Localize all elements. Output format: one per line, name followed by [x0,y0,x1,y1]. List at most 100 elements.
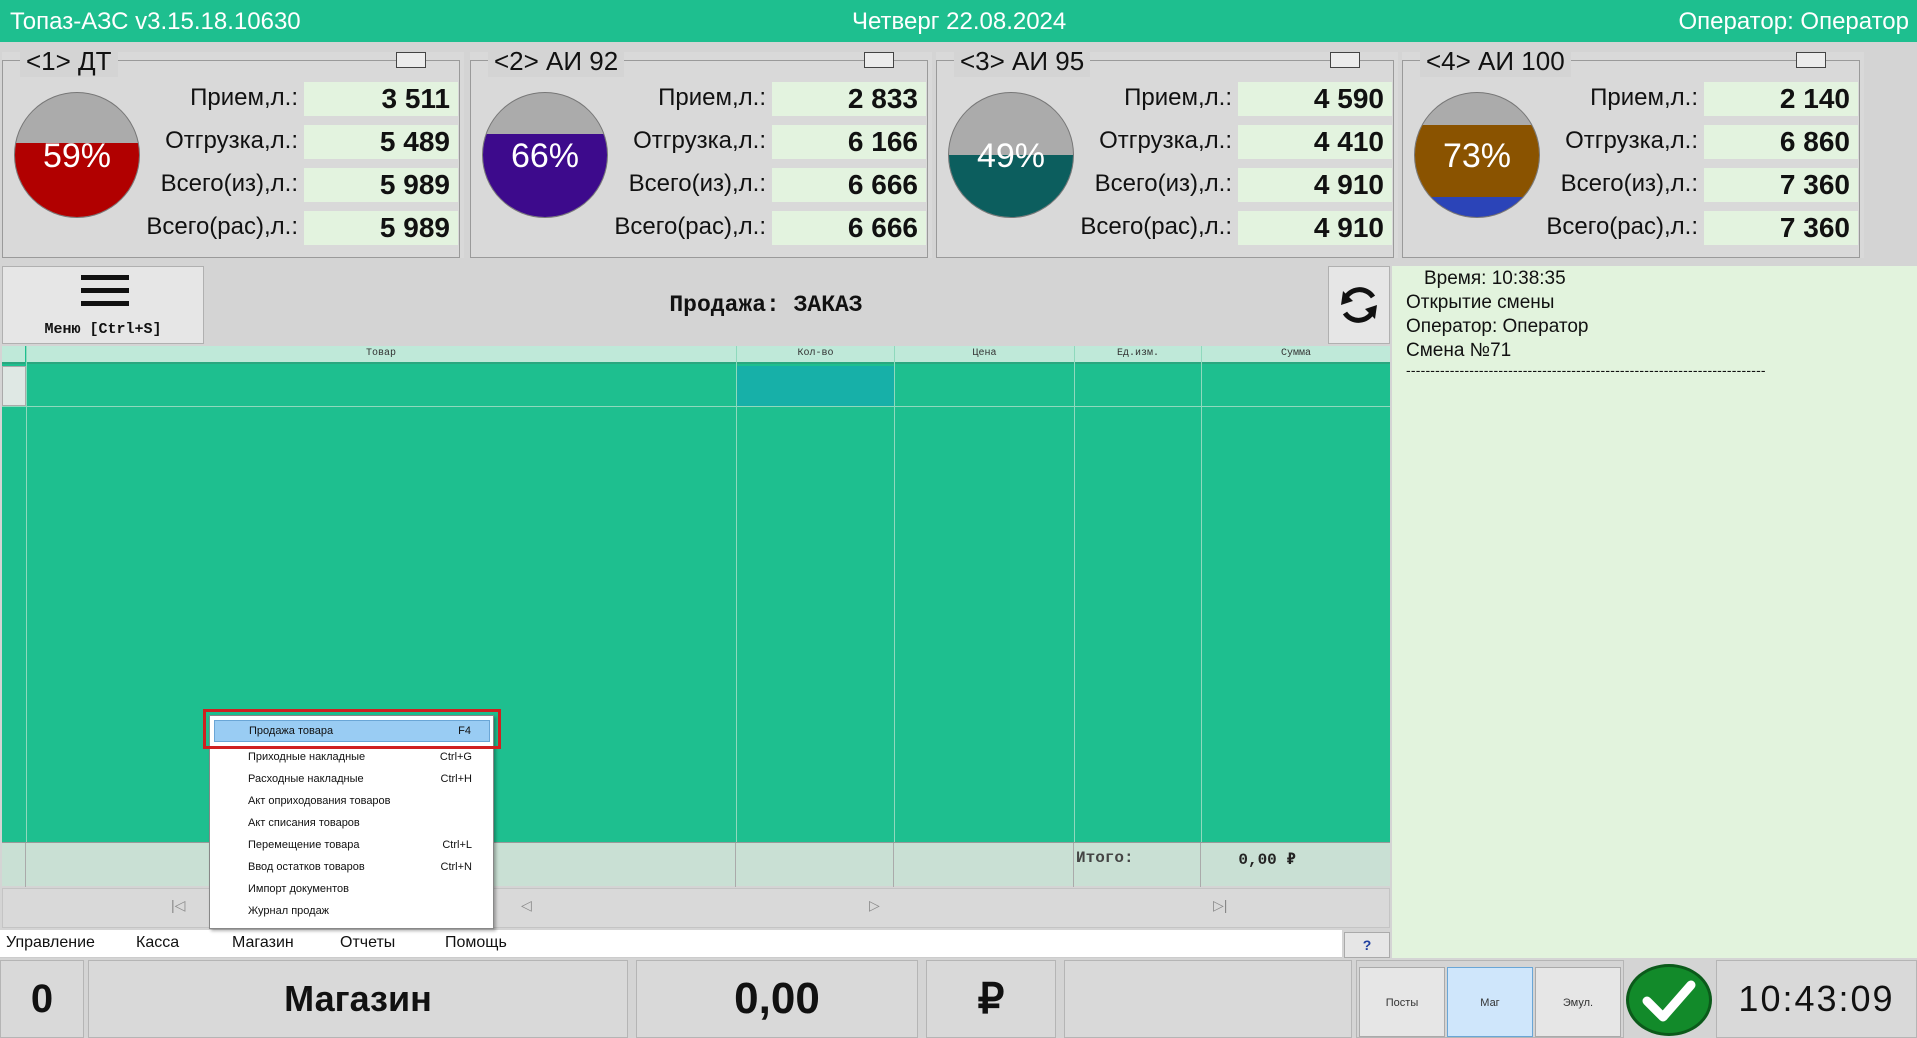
total-value: 0,00 ₽ [1238,851,1296,869]
menu-item-shortcut: Ctrl+N [440,861,472,873]
active-cell[interactable] [736,366,894,406]
tank-level-percent: 49% [976,137,1046,175]
menu-help[interactable]: Помощь [445,934,507,952]
tank-row-label: Всего(из),л.: [1094,170,1232,197]
mode-shop-button[interactable]: Маг [1447,967,1533,1037]
menu-item-receipt-act[interactable]: Акт оприходования товаров [214,791,490,813]
tank-row-value: 4 910 [1238,211,1392,245]
tank-row-total-from: Всего(из),л.: 7 360 [1558,168,1858,202]
total-label: Итого: [1076,849,1134,867]
tank-row-value: 2 833 [772,82,926,116]
menu-item-label: Акт списания товаров [248,817,360,829]
tank-row-total-calc: Всего(рас),л.: 4 910 [1080,211,1392,245]
tank-row-value: 7 360 [1704,211,1858,245]
tank-row-value: 6 860 [1704,125,1858,159]
highlight-box [203,709,501,749]
tank-row-label: Отгрузка,л.: [165,127,298,154]
grid-line [1074,346,1075,886]
refresh-button[interactable] [1328,266,1390,344]
menu-item-import[interactable]: Импорт документов [214,879,490,901]
tank-status-indicator[interactable] [1330,52,1360,68]
confirm-button[interactable] [1626,964,1712,1036]
tank-row-label: Всего(из),л.: [628,170,766,197]
current-date: Четверг 22.08.2024 [852,8,1067,35]
menu-button-label: Меню [Ctrl+S] [44,321,162,338]
menu-item-label: Перемещение товара [248,839,360,851]
tank-row-value: 6 666 [772,211,926,245]
menu-item-transfer[interactable]: Перемещение товара Ctrl+L [214,835,490,857]
tank-row-label: Всего(из),л.: [1560,170,1698,197]
tank-row-shipped: Отгрузка,л.: 6 166 [626,125,926,159]
tank-row-label: Прием,л.: [1590,84,1698,111]
menu-button[interactable]: Меню [Ctrl+S] [2,266,204,344]
mode-switch-group: Посты Маг Эмул. [1356,960,1624,1038]
tank-status-indicator[interactable] [864,52,894,68]
tank-row-received: Прием,л.: 4 590 [1092,82,1392,116]
last-record-button[interactable]: ▷| [1213,897,1227,914]
tank-row-label: Всего(из),л.: [160,170,298,197]
tank-row-shipped: Отгрузка,л.: 6 860 [1558,125,1858,159]
column-header-product[interactable]: Товар [26,346,736,364]
tank-row-value: 4 590 [1238,82,1392,116]
tank-row-shipped: Отгрузка,л.: 5 489 [158,125,458,159]
tank-row-total-calc: Всего(рас),л.: 6 666 [614,211,926,245]
menu-management[interactable]: Управление [6,934,95,952]
next-record-button[interactable]: ▷ [869,897,880,914]
tank-row-value: 6 666 [772,168,926,202]
menu-cashdesk[interactable]: Касса [136,934,179,952]
tank-card: <3> АИ 95 49% Прием,л.: 4 590 Отгрузка,л.: 4 … [936,46,1398,258]
tank-row-label: Прием,л.: [658,84,766,111]
menu-item-sales-journal[interactable]: Журнал продаж [214,901,490,923]
tank-row-value: 4 910 [1238,168,1392,202]
tank-row-label: Прием,л.: [190,84,298,111]
tank-level-gauge: 49% [948,92,1074,218]
tank-level-gauge: 73% [1414,92,1540,218]
column-header-qty[interactable]: Кол-во [737,346,894,364]
column-header-sum[interactable]: Сумма [1202,346,1390,364]
menu-item-label: Расходные накладные [248,773,364,785]
refresh-icon [1341,287,1377,323]
tank-status-indicator[interactable] [396,52,426,68]
sale-title: Продажа: ЗАКАЗ [669,292,863,318]
menu-item-stock-entry[interactable]: Ввод остатков товаров Ctrl+N [214,857,490,879]
title-bar: Топаз-АЗС v3.15.18.10630 Четверг 22.08.2… [0,0,1917,42]
tank-row-received: Прием,л.: 2 140 [1558,82,1858,116]
menu-shop[interactable]: Магазин [232,934,294,952]
menu-item-writeoff-act[interactable]: Акт списания товаров [214,813,490,835]
menu-item-incoming-invoices[interactable]: Приходные накладные Ctrl+G [214,747,490,769]
column-header-price[interactable]: Цена [895,346,1074,364]
tank-level-percent: 59% [42,137,112,175]
tank-row-value: 5 989 [304,168,458,202]
menu-reports[interactable]: Отчеты [340,934,395,952]
app-title: Топаз-АЗС v3.15.18.10630 [10,8,301,35]
first-record-button[interactable]: |◁ [171,897,185,914]
tank-row-value: 5 489 [304,125,458,159]
item-counter: 0 [0,960,84,1038]
tank-row-label: Прием,л.: [1124,84,1232,111]
row-selector[interactable] [2,366,26,406]
mode-emulation-button[interactable]: Эмул. [1535,967,1621,1037]
log-separator: ----------------------------------------… [1406,362,1766,378]
tank-row-shipped: Отгрузка,л.: 4 410 [1092,125,1392,159]
tank-row-value: 3 511 [304,82,458,116]
tank-row-label: Всего(рас),л.: [1546,213,1698,240]
tank-row-total-from: Всего(из),л.: 6 666 [626,168,926,202]
event-log: Время: 10:38:35 Открытие смены Оператор:… [1392,266,1917,958]
tank-row-value: 4 410 [1238,125,1392,159]
column-header-unit[interactable]: Ед.изм. [1075,346,1201,364]
menu-item-label: Импорт документов [248,883,349,895]
menu-item-label: Приходные накладные [248,751,366,763]
log-line: Открытие смены [1406,292,1555,313]
prev-record-button[interactable]: ◁ [521,897,532,914]
grid-line [1201,346,1202,886]
help-button[interactable]: ? [1344,932,1390,958]
tank-card: <2> АИ 92 66% Прием,л.: 2 833 Отгрузка,л.: 6 … [470,46,932,258]
tank-status-indicator[interactable] [1796,52,1826,68]
amount-display: 0,00 [636,960,918,1038]
mode-posts-button[interactable]: Посты [1359,967,1445,1037]
menu-item-shortcut: Ctrl+G [439,751,472,763]
tank-name: <4> АИ 100 [1420,46,1571,77]
tank-row-total-from: Всего(из),л.: 4 910 [1092,168,1392,202]
menu-item-outgoing-invoices[interactable]: Расходные накладные Ctrl+H [214,769,490,791]
tank-row-value: 5 989 [304,211,458,245]
